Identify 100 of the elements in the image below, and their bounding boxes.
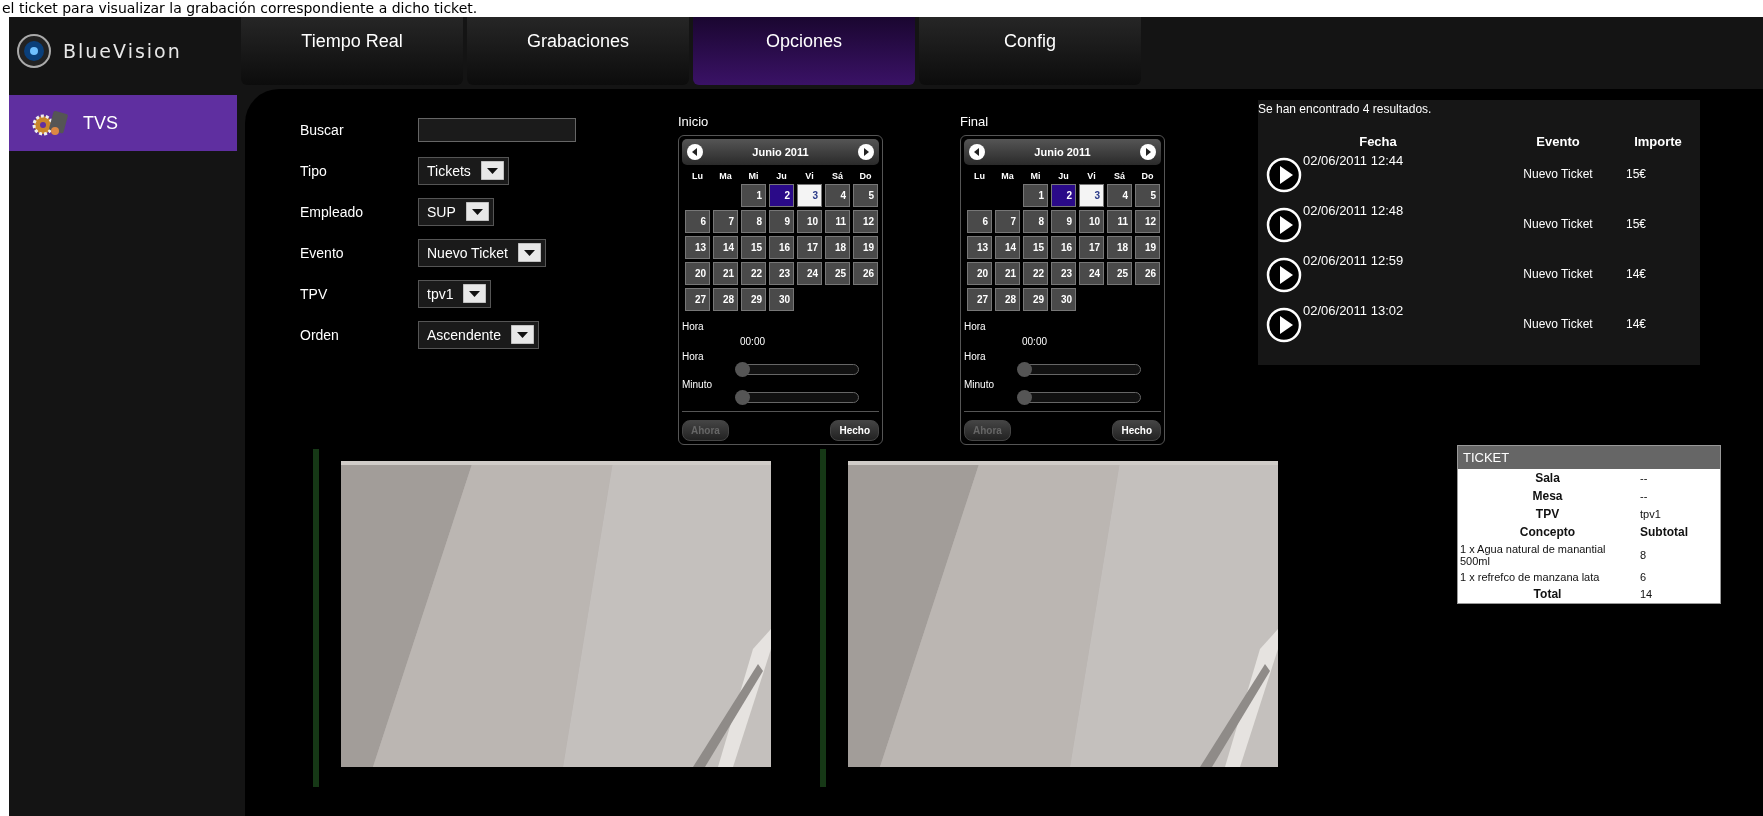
dropdown[interactable]: tpv1 [418,279,492,308]
caption-text: el ticket para visualizar la grabación correspondiente a dicho ticket. [1,0,479,17]
calendar-day[interactable]: 21 [995,262,1020,285]
calendar-day[interactable]: 16 [1051,236,1076,259]
calendar-day[interactable]: 7 [713,210,738,233]
calendar-day[interactable]: 18 [1107,236,1132,259]
dropdown[interactable]: Tickets [418,156,509,185]
calendar-day[interactable]: 30 [1051,288,1076,311]
calendar-day[interactable]: 13 [967,236,992,259]
calendar-day[interactable]: 14 [995,236,1020,259]
calendar-day[interactable]: 22 [741,262,766,285]
calendar-day[interactable]: 12 [853,210,878,233]
play-button-icon[interactable] [1266,207,1302,243]
slider-thumb[interactable] [1017,362,1032,377]
calendar-day[interactable]: 28 [713,288,738,311]
nav-tab[interactable]: Opciones [693,17,915,85]
column-header: Concepto [1518,525,1577,539]
calendar-day[interactable]: 9 [769,210,794,233]
nav-tab[interactable]: Tiempo Real [241,17,463,85]
calendar-button[interactable]: Hecho [1112,420,1161,441]
slider-track[interactable] [1019,364,1141,375]
calendar-day[interactable]: 4 [825,184,850,207]
month-title: Junio 2011 [752,146,809,158]
calendar-day[interactable]: 21 [713,262,738,285]
calendar-day[interactable]: 12 [1135,210,1160,233]
ticket-label: Mesa [1531,489,1564,503]
dropdown[interactable]: Ascendente [418,320,539,349]
nav-tab[interactable]: Config [919,17,1141,85]
calendar-day[interactable]: 15 [741,236,766,259]
slider-track[interactable] [737,392,859,403]
weekday-label: Mi [747,171,760,181]
slider-thumb[interactable] [1017,390,1032,405]
next-month-icon[interactable] [858,144,874,160]
calendar-day[interactable]: 8 [1023,210,1048,233]
calendar-day[interactable]: 14 [713,236,738,259]
weekday-label: Lu [691,171,704,181]
calendar-day[interactable]: 3 [797,184,822,207]
calendar-day[interactable]: 10 [1079,210,1104,233]
calendar-day[interactable]: 20 [967,262,992,285]
calendar-day[interactable]: 5 [853,184,878,207]
calendar-day[interactable]: 27 [685,288,710,311]
calendar-day[interactable]: 10 [797,210,822,233]
column-header: Fecha [1358,134,1398,149]
calendar-day[interactable]: 6 [967,210,992,233]
calendar-day[interactable]: 25 [825,262,850,285]
ticket-value: 6 [1639,571,1648,583]
calendar-day[interactable]: 29 [741,288,766,311]
weekday-label: Vi [1086,171,1097,181]
slider-thumb[interactable] [735,390,750,405]
calendar-day[interactable]: 24 [797,262,822,285]
calendar-day[interactable]: 19 [1135,236,1160,259]
calendar-day[interactable]: 3 [1079,184,1104,207]
play-button-icon[interactable] [1266,257,1302,293]
calendar-day[interactable]: 5 [1135,184,1160,207]
time-label: Hora [682,321,705,332]
calendar-day[interactable]: 11 [1107,210,1132,233]
calendar-day[interactable]: 30 [769,288,794,311]
slider-thumb[interactable] [735,362,750,377]
dropdown[interactable]: SUP [418,197,494,226]
calendar-day[interactable]: 26 [1135,262,1160,285]
calendar-day[interactable]: 2 [769,184,794,207]
next-month-icon[interactable] [1140,144,1156,160]
previous-month-icon[interactable] [969,144,985,160]
calendar-day[interactable]: 9 [1051,210,1076,233]
calendar-day[interactable]: 17 [797,236,822,259]
calendar-day[interactable]: 15 [1023,236,1048,259]
calendar-day[interactable]: 16 [769,236,794,259]
calendar-day[interactable]: 19 [853,236,878,259]
calendar-day[interactable]: 2 [1051,184,1076,207]
play-button-icon[interactable] [1266,157,1302,193]
dropdown[interactable]: Nuevo Ticket [418,238,546,267]
calendar-day[interactable]: 1 [741,184,766,207]
search-field[interactable] [418,117,576,142]
calendar-day[interactable]: 17 [1079,236,1104,259]
calendar-day[interactable]: 6 [685,210,710,233]
calendar-day[interactable]: 27 [967,288,992,311]
calendar-day[interactable]: 28 [995,288,1020,311]
calendar-day[interactable]: 13 [685,236,710,259]
calendar-day[interactable]: 4 [1107,184,1132,207]
calendar-day[interactable]: 20 [685,262,710,285]
previous-month-icon[interactable] [687,144,703,160]
calendar-day[interactable]: 25 [1107,262,1132,285]
slider-track[interactable] [737,364,859,375]
calendar-day[interactable]: 22 [1023,262,1048,285]
calendar-day[interactable]: 11 [825,210,850,233]
calendar-day[interactable]: 29 [1023,288,1048,311]
calendar-button[interactable]: Hecho [830,420,879,441]
calendar-day[interactable]: 23 [769,262,794,285]
calendar-day[interactable]: 26 [853,262,878,285]
nav-tab[interactable]: Grabaciones [467,17,689,85]
calendar-day[interactable]: 8 [741,210,766,233]
calendar-day[interactable]: 1 [1023,184,1048,207]
calendar-day[interactable]: 7 [995,210,1020,233]
sidebar-item[interactable]: TVS [9,95,237,151]
calendar-day[interactable]: 18 [825,236,850,259]
play-button-icon[interactable] [1266,307,1302,343]
calendar-day[interactable]: 24 [1079,262,1104,285]
weekday-label: Mi [1029,171,1042,181]
calendar-day[interactable]: 23 [1051,262,1076,285]
slider-track[interactable] [1019,392,1141,403]
